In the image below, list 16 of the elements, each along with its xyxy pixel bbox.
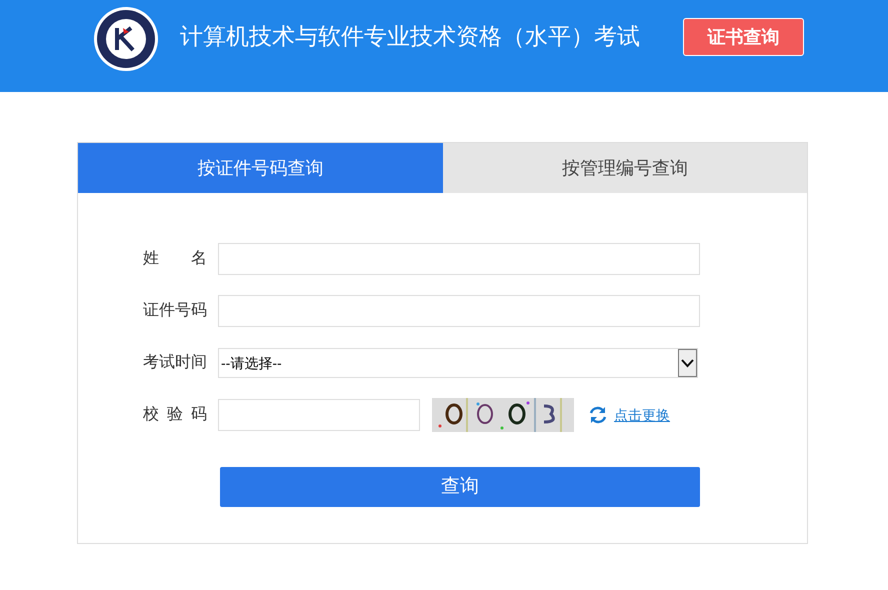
tab[interactable]: 按证件号码查询 xyxy=(78,143,442,193)
field-label: 证件号码 xyxy=(143,301,207,321)
field-label: 校验码 xyxy=(143,405,207,425)
field-label: 姓名 xyxy=(143,249,207,269)
refresh-captcha-link[interactable]: 点击更换 xyxy=(614,404,670,426)
logo-icon xyxy=(93,6,159,72)
refresh-icon[interactable] xyxy=(588,405,608,425)
tab[interactable]: 按管理编号查询 xyxy=(442,143,807,193)
exam-time-dropdown[interactable]: --请选择-- xyxy=(218,348,698,378)
page-title: 计算机技术与软件专业技术资格（水平）考试 xyxy=(180,23,640,52)
query-button[interactable]: 查询 xyxy=(220,467,700,507)
certificate-query-button[interactable]: 证书查询 xyxy=(683,18,804,56)
input-field[interactable] xyxy=(218,295,700,327)
field-label: 考试时间 xyxy=(143,352,207,373)
input-field[interactable] xyxy=(218,243,700,275)
input-field[interactable] xyxy=(218,399,420,431)
